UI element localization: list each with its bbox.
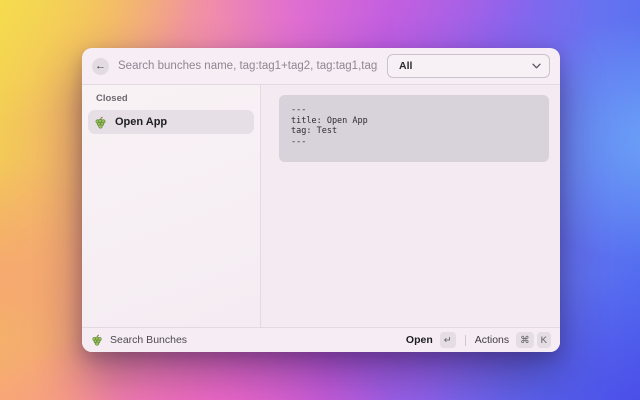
status-bar: Search Bunches Open ↵ Actions ⌘ K [82,327,560,352]
filter-dropdown[interactable]: All [387,54,550,78]
bunch-preview-code: ---title: Open Apptag: Test--- [279,95,549,162]
back-button[interactable]: ← [92,58,109,75]
search-input[interactable] [118,60,378,72]
desktop-background: ← All Closed [0,0,640,400]
section-header-closed: Closed [88,93,254,104]
list-item-open-app[interactable]: Open App [88,110,254,134]
app-name: Search Bunches [110,334,187,346]
code-line: tag: Test [291,126,537,137]
filter-dropdown-value: All [399,60,412,72]
results-list-panel: Closed Open App [82,85,261,327]
actions-shortcut-keys: ⌘ K [516,332,551,348]
k-key-badge[interactable]: K [537,332,551,348]
grapes-icon [94,116,107,129]
detail-panel: ---title: Open Apptag: Test--- [261,85,560,327]
back-arrow-icon: ← [95,58,106,75]
footer-divider [465,335,466,346]
chevron-down-icon [532,63,541,69]
grapes-icon [91,334,103,346]
code-line: --- [291,137,537,148]
code-line: title: Open App [291,116,537,127]
main-content: Closed Open App [82,85,560,327]
code-line: --- [291,105,537,116]
search-bar: ← All [82,48,560,85]
bunches-search-window: ← All Closed [82,48,560,352]
open-action-label[interactable]: Open [406,334,433,346]
return-key-badge[interactable]: ↵ [440,332,456,348]
command-key-badge[interactable]: ⌘ [516,332,534,348]
actions-menu-label[interactable]: Actions [475,334,509,346]
list-item-label: Open App [115,116,167,128]
